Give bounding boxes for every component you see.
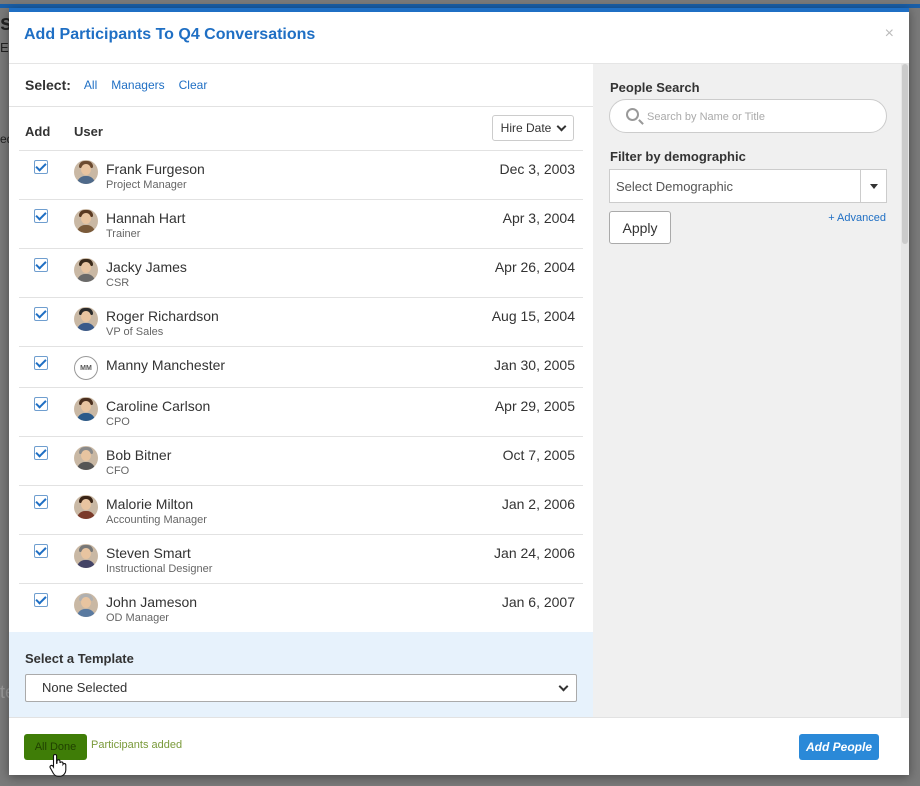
search-panel: People Search Search by Name or Title Fi… <box>593 64 909 717</box>
hire-date: Jan 6, 2007 <box>501 594 575 610</box>
hire-date: Apr 26, 2004 <box>494 259 575 275</box>
hire-date: Jan 2, 2006 <box>501 496 575 512</box>
select-clear-link[interactable]: Clear <box>179 78 208 92</box>
add-checkbox[interactable] <box>34 495 48 509</box>
avatar-initials: MM <box>74 356 98 380</box>
close-icon[interactable]: × <box>885 25 894 43</box>
user-name: Frank Furgeson <box>106 161 205 177</box>
sort-dropdown-button[interactable]: Hire Date <box>492 115 574 141</box>
user-title: VP of Sales <box>106 326 164 338</box>
add-checkbox[interactable] <box>34 209 48 223</box>
user-name: Bob Bitner <box>106 447 172 463</box>
user-name: Steven Smart <box>106 545 191 561</box>
add-people-button[interactable]: Add People <box>799 734 879 760</box>
table-row: Jacky James CSR Apr 26, 2004 <box>19 249 583 298</box>
demographic-select[interactable]: Select Demographic <box>609 169 887 203</box>
table-row: Bob Bitner CFO Oct 7, 2005 <box>19 437 583 486</box>
user-title: Accounting Manager <box>106 514 207 526</box>
user-list: Frank Furgeson Project Manager Dec 3, 2003… <box>9 151 593 633</box>
user-name: Manny Manchester <box>106 357 226 373</box>
table-row: Frank Furgeson Project Manager Dec 3, 2003 <box>19 151 583 200</box>
user-name: John Jameson <box>106 594 198 610</box>
template-selected-value: None Selected <box>42 680 128 695</box>
user-title: CSR <box>106 277 130 289</box>
avatar <box>74 495 98 519</box>
table-row: Hannah Hart Trainer Apr 3, 2004 <box>19 200 583 249</box>
add-checkbox[interactable] <box>34 446 48 460</box>
avatar <box>74 160 98 184</box>
template-label: Select a Template <box>25 651 134 666</box>
user-name: Roger Richardson <box>106 308 219 324</box>
add-participants-modal: Add Participants To Q4 Conversations × S… <box>9 8 909 775</box>
filter-demographic-label: Filter by demographic <box>610 149 746 164</box>
modal-title: Add Participants To Q4 Conversations <box>24 26 316 43</box>
table-row: Caroline Carlson CPO Apr 29, 2005 <box>19 388 583 437</box>
search-input[interactable]: Search by Name or Title <box>609 99 887 133</box>
table-row: Steven Smart Instructional Designer Jan 24… <box>19 535 583 584</box>
select-label: Select: <box>25 77 71 93</box>
user-name: Hannah Hart <box>106 210 186 226</box>
scrollbar[interactable] <box>901 64 909 717</box>
user-name: Malorie Milton <box>106 496 194 512</box>
avatar <box>74 397 98 421</box>
modal-footer: All Done Participants added Add People <box>9 717 909 775</box>
user-title: Project Manager <box>106 179 187 191</box>
hire-date: Dec 3, 2003 <box>499 161 576 177</box>
sort-label: Hire Date <box>500 121 552 135</box>
user-title: CFO <box>106 465 130 477</box>
table-row: Roger Richardson VP of Sales Aug 15, 2004 <box>19 298 583 347</box>
hire-date: Jan 24, 2006 <box>494 545 575 561</box>
add-checkbox[interactable] <box>34 544 48 558</box>
hand-pointer-cursor-icon <box>49 753 67 777</box>
template-select[interactable]: None Selected <box>25 674 577 702</box>
add-checkbox[interactable] <box>34 593 48 607</box>
user-name: Jacky James <box>106 259 187 275</box>
hire-date: Aug 15, 2004 <box>491 308 575 324</box>
avatar <box>74 446 98 470</box>
demographic-value: Select Demographic <box>616 179 734 194</box>
search-icon <box>626 108 639 121</box>
chevron-down-icon <box>556 121 567 131</box>
list-header: Add User Hire Date <box>19 107 583 151</box>
participants-added-status: Participants added <box>91 739 183 751</box>
people-search-label: People Search <box>610 80 700 95</box>
avatar <box>74 209 98 233</box>
apply-button[interactable]: Apply <box>609 211 671 244</box>
table-row: MM Manny Manchester Jan 30, 2005 <box>19 347 583 388</box>
column-header-user: User <box>74 124 103 139</box>
participants-panel: Select: All Managers Clear Add User Hire… <box>9 64 593 633</box>
user-title: CPO <box>106 416 130 428</box>
hire-date: Jan 30, 2005 <box>494 357 575 373</box>
user-title: Trainer <box>106 228 141 240</box>
caret-down-icon[interactable] <box>860 170 886 202</box>
hire-date: Oct 7, 2005 <box>502 447 575 463</box>
user-title: OD Manager <box>106 612 169 624</box>
add-checkbox[interactable] <box>34 397 48 411</box>
avatar <box>74 307 98 331</box>
add-checkbox[interactable] <box>34 307 48 321</box>
select-managers-link[interactable]: Managers <box>111 78 164 92</box>
hire-date: Apr 29, 2005 <box>494 398 575 414</box>
search-placeholder: Search by Name or Title <box>647 111 765 123</box>
select-all-link[interactable]: All <box>84 78 97 92</box>
scrollbar-thumb[interactable] <box>902 64 908 244</box>
add-checkbox[interactable] <box>34 258 48 272</box>
add-checkbox[interactable] <box>34 160 48 174</box>
avatar <box>74 544 98 568</box>
advanced-link[interactable]: + Advanced <box>828 212 886 224</box>
add-checkbox[interactable] <box>34 356 48 370</box>
table-row: John Jameson OD Manager Jan 6, 2007 <box>19 584 583 633</box>
column-header-add: Add <box>25 124 51 139</box>
chevron-down-icon <box>558 681 569 692</box>
user-title: Instructional Designer <box>106 563 213 575</box>
hire-date: Apr 3, 2004 <box>502 210 575 226</box>
user-name: Caroline Carlson <box>106 398 211 414</box>
modal-header: Add Participants To Q4 Conversations × <box>9 12 909 64</box>
table-row: Malorie Milton Accounting Manager Jan 2, 2… <box>19 486 583 535</box>
avatar <box>74 258 98 282</box>
select-bar: Select: All Managers Clear <box>9 64 593 107</box>
template-section: Select a Template None Selected <box>9 632 593 717</box>
avatar <box>74 593 98 617</box>
